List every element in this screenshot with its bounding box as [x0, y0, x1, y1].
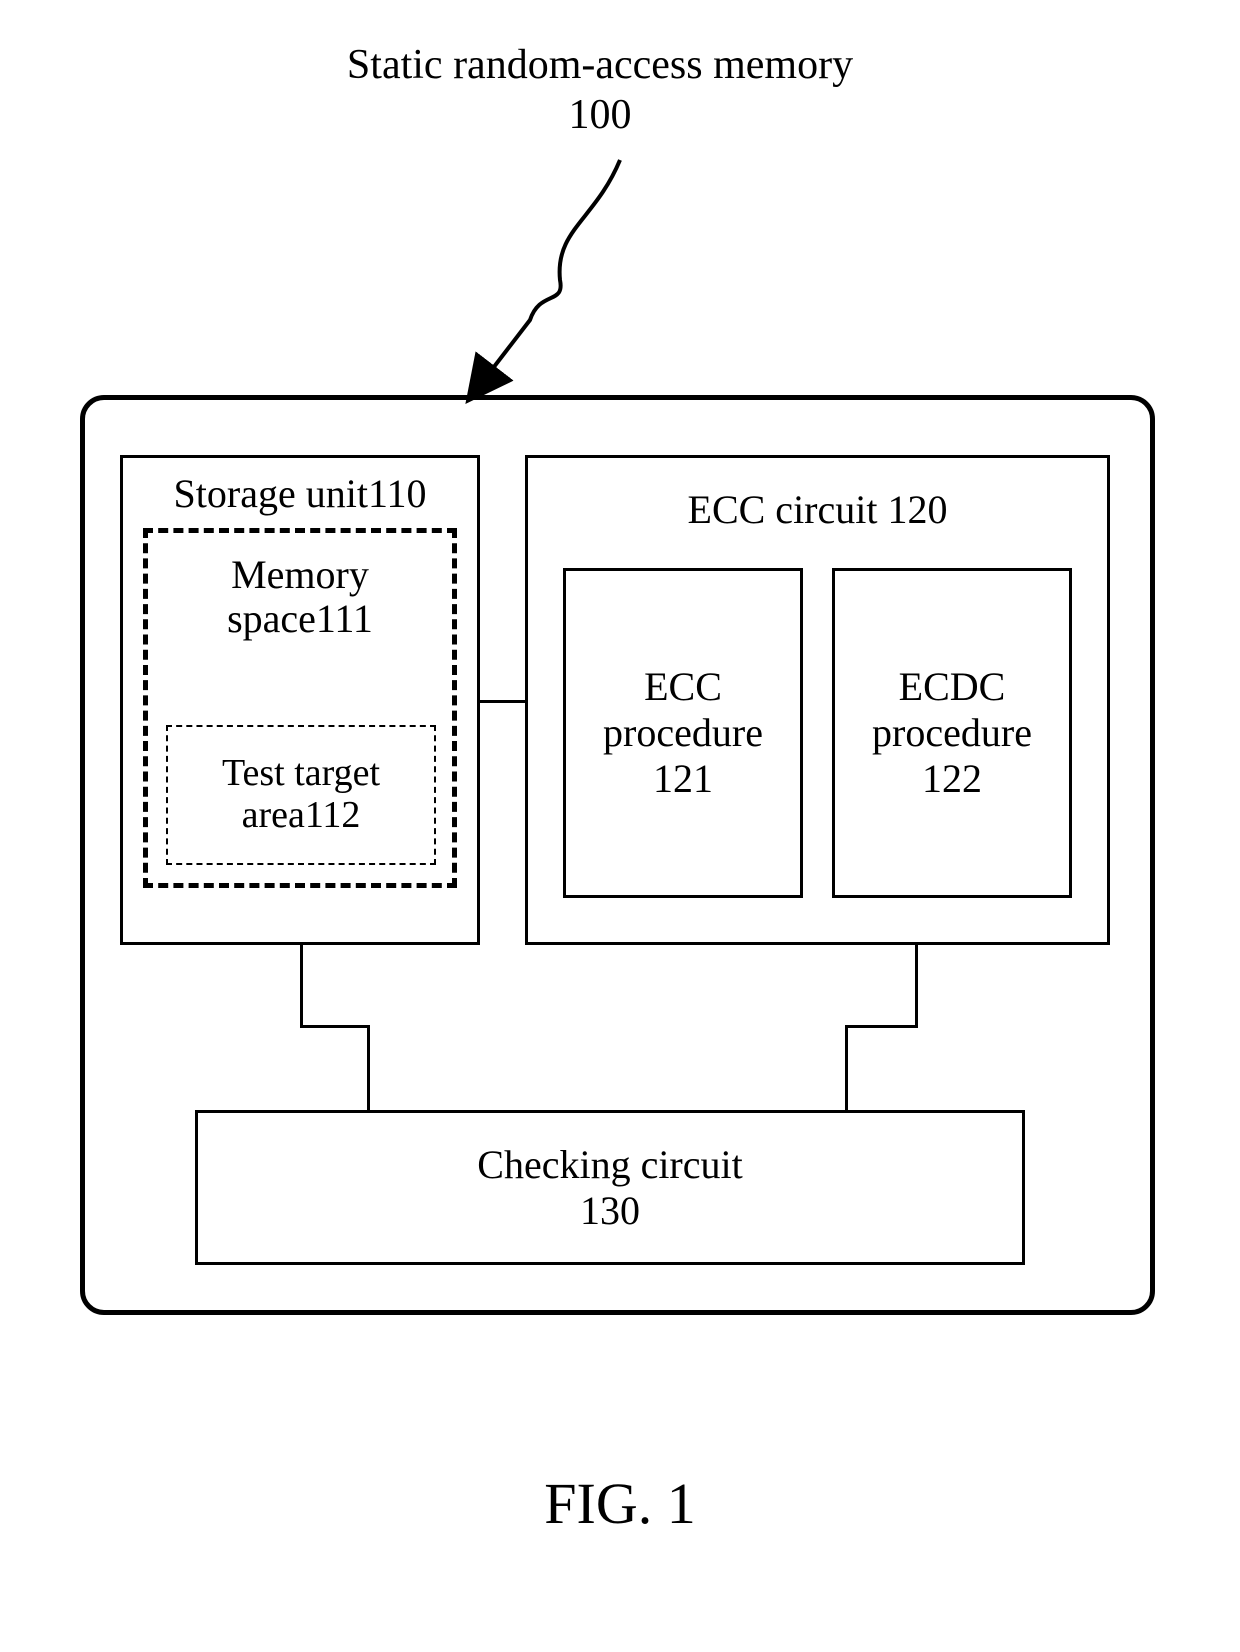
pointer-arrow-icon [420, 150, 660, 400]
title-line-1: Static random-access memory [250, 40, 950, 90]
connector-ecc-down-2 [845, 1025, 848, 1110]
ecc-procedure-line-1: ECC [644, 664, 722, 709]
diagram-title: Static random-access memory 100 [250, 40, 950, 141]
ecc-procedure-box: ECC procedure 121 [563, 568, 803, 898]
connector-storage-to-ecc [480, 700, 525, 703]
connector-storage-step [300, 1025, 370, 1028]
checking-circuit-line-1: Checking circuit [477, 1142, 742, 1187]
checking-circuit-line-2: 130 [580, 1188, 640, 1233]
test-target-line-1: Test target [222, 752, 380, 794]
connector-ecc-step [845, 1025, 918, 1028]
ecc-circuit-box: ECC circuit 120 ECC procedure 121 ECDC p… [525, 455, 1110, 945]
ecc-procedure-line-2: procedure [603, 710, 763, 755]
figure-caption: FIG. 1 [0, 1470, 1240, 1537]
storage-unit-box: Storage unit110 Memory space111 Test tar… [120, 455, 480, 945]
memory-space-line-2: space111 [227, 596, 373, 641]
ecdc-procedure-line-3: 122 [922, 756, 982, 801]
test-target-box: Test target area112 [166, 725, 436, 865]
sram-outer-box: Storage unit110 Memory space111 Test tar… [80, 395, 1155, 1315]
memory-space-box: Memory space111 Test target area112 [143, 528, 457, 888]
ecdc-procedure-line-1: ECDC [899, 664, 1006, 709]
connector-ecc-down-1 [915, 945, 918, 1025]
test-target-line-2: area112 [242, 794, 361, 836]
memory-space-label: Memory space111 [148, 553, 452, 641]
ecc-circuit-label: ECC circuit 120 [528, 486, 1107, 533]
memory-space-line-1: Memory [231, 552, 369, 597]
ecdc-procedure-line-2: procedure [872, 710, 1032, 755]
connector-storage-down-1 [300, 945, 303, 1025]
checking-circuit-box: Checking circuit 130 [195, 1110, 1025, 1265]
storage-unit-label: Storage unit110 [123, 470, 477, 517]
ecc-procedure-line-3: 121 [653, 756, 713, 801]
connector-storage-down-2 [367, 1025, 370, 1110]
ecdc-procedure-box: ECDC procedure 122 [832, 568, 1072, 898]
title-line-2: 100 [250, 90, 950, 140]
diagram-canvas: Static random-access memory 100 Storage … [0, 0, 1240, 1652]
